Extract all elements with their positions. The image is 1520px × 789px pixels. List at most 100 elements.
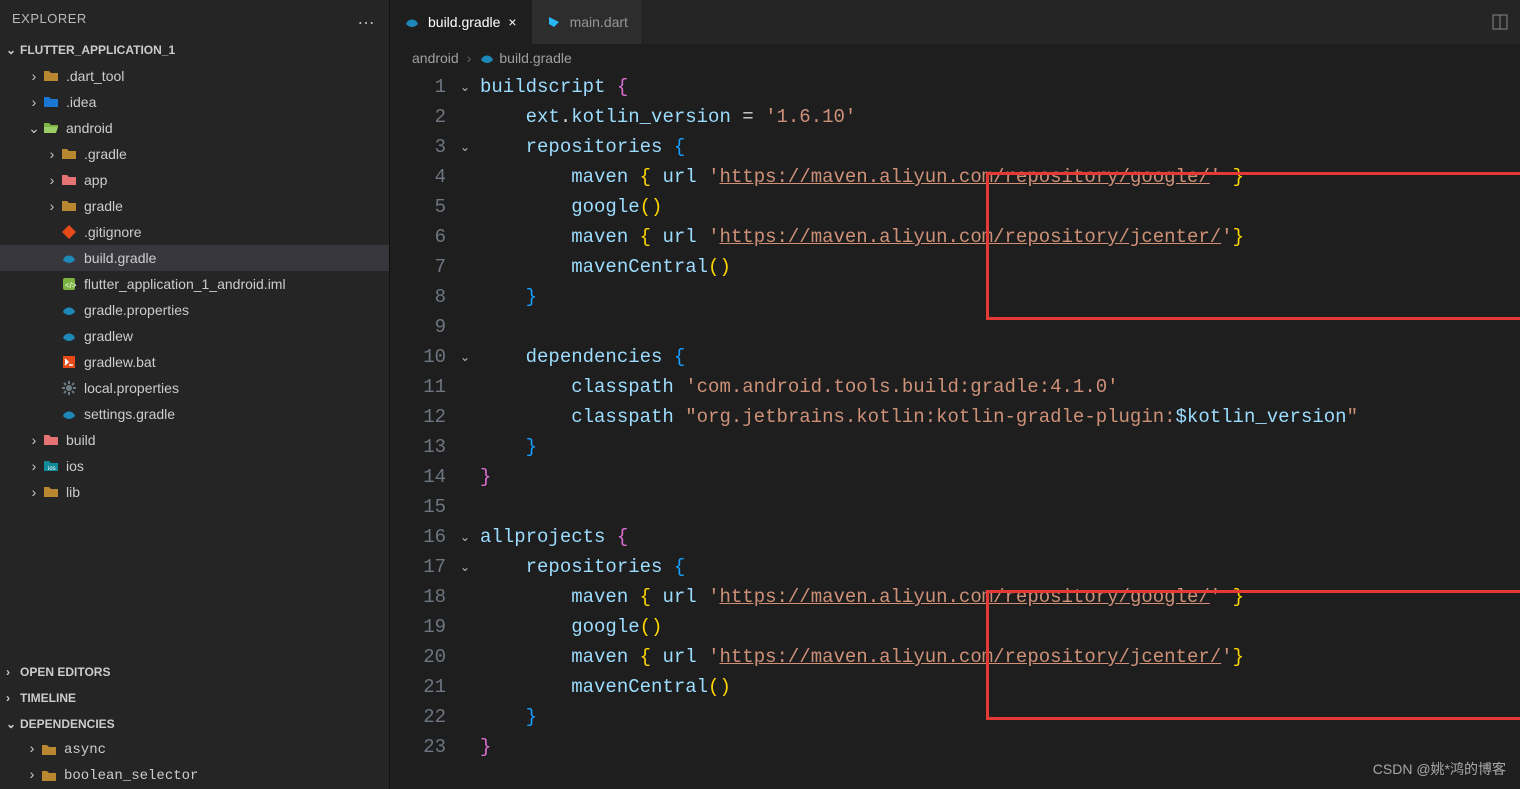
- file-tree-item[interactable]: ›iosios: [0, 453, 389, 479]
- fold-toggle[interactable]: [460, 313, 480, 343]
- tree-twisty[interactable]: ›: [44, 172, 60, 188]
- code-content[interactable]: buildscript { ext.kotlin_version = '1.6.…: [480, 72, 1520, 789]
- tree-item-label: build: [66, 432, 96, 448]
- fold-toggle[interactable]: [460, 433, 480, 463]
- fold-toggle[interactable]: [460, 193, 480, 223]
- dependency-item[interactable]: ›boolean_selector: [0, 763, 389, 789]
- fold-toggle[interactable]: [460, 373, 480, 403]
- file-tree-item[interactable]: gradlew.bat: [0, 349, 389, 375]
- tree-twisty[interactable]: ›: [44, 198, 60, 214]
- tree-twisty[interactable]: ›: [26, 94, 42, 110]
- close-icon[interactable]: ×: [508, 14, 516, 30]
- fold-toggle[interactable]: [460, 733, 480, 763]
- chevron-icon: ⌄: [6, 717, 20, 731]
- editor[interactable]: 1234567891011121314151617181920212223 ⌄⌄…: [390, 72, 1520, 789]
- folder-icon: [60, 145, 78, 163]
- git-icon: [60, 223, 78, 241]
- fold-toggle[interactable]: ⌄: [460, 343, 480, 373]
- tree-item-label: lib: [66, 484, 80, 500]
- chevron-down-icon: ⌄: [6, 43, 20, 57]
- file-tree-item[interactable]: › .idea: [0, 89, 389, 115]
- file-tree-item[interactable]: local.properties: [0, 375, 389, 401]
- fold-gutter[interactable]: ⌄⌄⌄⌄⌄: [460, 72, 480, 789]
- fold-toggle[interactable]: [460, 643, 480, 673]
- tree-twisty[interactable]: ›: [26, 458, 42, 474]
- file-tree-item[interactable]: › .dart_tool: [0, 63, 389, 89]
- folder-icon: [60, 197, 78, 215]
- folder-open-green-icon: [42, 119, 60, 137]
- tab-bar: build.gradle×main.dart: [390, 0, 1520, 44]
- folder-red-icon: [42, 431, 60, 449]
- bat-icon: [60, 353, 78, 371]
- fold-toggle[interactable]: ⌄: [460, 523, 480, 553]
- folder-icon: [40, 767, 58, 785]
- fold-toggle[interactable]: [460, 613, 480, 643]
- tree-item-label: .dart_tool: [66, 68, 124, 84]
- tree-item-label: gradle.properties: [84, 302, 189, 318]
- editor-tab[interactable]: main.dart: [532, 0, 643, 44]
- file-tree: ›.dart_tool›.idea⌄android›.gradle›app›gr…: [0, 63, 389, 659]
- folder-icon: [40, 741, 58, 759]
- project-name: FLUTTER_APPLICATION_1: [20, 43, 175, 57]
- file-tree-item[interactable]: .gitignore: [0, 219, 389, 245]
- tree-twisty[interactable]: ›: [44, 146, 60, 162]
- tree-item-label: .gradle: [84, 146, 127, 162]
- fold-toggle[interactable]: [460, 253, 480, 283]
- fold-toggle[interactable]: [460, 163, 480, 193]
- fold-toggle[interactable]: [460, 703, 480, 733]
- file-tree-item[interactable]: ⌄android: [0, 115, 389, 141]
- fold-toggle[interactable]: ⌄: [460, 73, 480, 103]
- file-tree-item[interactable]: › build: [0, 427, 389, 453]
- section-header[interactable]: ›TIMELINE: [0, 685, 389, 711]
- tree-item-label: app: [84, 172, 107, 188]
- file-tree-item[interactable]: </>flutter_application_1_android.iml: [0, 271, 389, 297]
- file-tree-item[interactable]: gradle.properties: [0, 297, 389, 323]
- gradle-icon: [479, 50, 495, 66]
- tree-twisty[interactable]: ›: [26, 484, 42, 500]
- fold-toggle[interactable]: [460, 283, 480, 313]
- file-tree-item[interactable]: build.gradle: [0, 245, 389, 271]
- file-tree-item[interactable]: settings.gradle: [0, 401, 389, 427]
- file-tree-item[interactable]: › .gradle: [0, 141, 389, 167]
- tree-twisty[interactable]: ⌄: [26, 120, 42, 137]
- svg-text:ios: ios: [48, 466, 56, 472]
- tree-item-label: build.gradle: [84, 250, 156, 266]
- gradle-icon: [60, 327, 78, 345]
- tree-twisty[interactable]: ›: [26, 68, 42, 84]
- breadcrumb[interactable]: android › build.gradle: [390, 44, 1520, 72]
- tree-twisty[interactable]: ›: [24, 768, 40, 784]
- fold-toggle[interactable]: [460, 673, 480, 703]
- fold-toggle[interactable]: [460, 463, 480, 493]
- folder-ios-icon: ios: [42, 457, 60, 475]
- fold-toggle[interactable]: ⌄: [460, 553, 480, 583]
- explorer-more-icon[interactable]: …: [357, 8, 377, 29]
- file-tree-item[interactable]: › lib: [0, 479, 389, 505]
- fold-toggle[interactable]: [460, 403, 480, 433]
- dart-icon: [546, 14, 562, 30]
- fold-toggle[interactable]: [460, 223, 480, 253]
- tree-twisty[interactable]: ›: [26, 432, 42, 448]
- fold-toggle[interactable]: ⌄: [460, 133, 480, 163]
- file-tree-item[interactable]: ›gradle: [0, 193, 389, 219]
- chevron-right-icon: ›: [467, 50, 472, 66]
- breadcrumb-part[interactable]: android: [412, 50, 459, 66]
- fold-toggle[interactable]: [460, 103, 480, 133]
- split-editor-icon[interactable]: [1480, 0, 1520, 44]
- project-section-header[interactable]: ⌄ FLUTTER_APPLICATION_1: [0, 37, 389, 63]
- section-header[interactable]: ›OPEN EDITORS: [0, 659, 389, 685]
- svg-text:</>: </>: [65, 281, 77, 290]
- tree-item-label: .idea: [66, 94, 96, 110]
- editor-tab[interactable]: build.gradle×: [390, 0, 532, 44]
- tree-twisty[interactable]: ›: [24, 742, 40, 758]
- tree-item-label: .gitignore: [84, 224, 142, 240]
- fold-toggle[interactable]: [460, 493, 480, 523]
- file-tree-item[interactable]: gradlew: [0, 323, 389, 349]
- fold-toggle[interactable]: [460, 583, 480, 613]
- tree-item-label: gradlew.bat: [84, 354, 156, 370]
- section-header[interactable]: ⌄DEPENDENCIES: [0, 711, 389, 737]
- dependency-item[interactable]: ›async: [0, 737, 389, 763]
- gradle-icon: [60, 249, 78, 267]
- gradle-icon: [60, 405, 78, 423]
- file-tree-item[interactable]: › app: [0, 167, 389, 193]
- breadcrumb-part[interactable]: build.gradle: [499, 50, 571, 66]
